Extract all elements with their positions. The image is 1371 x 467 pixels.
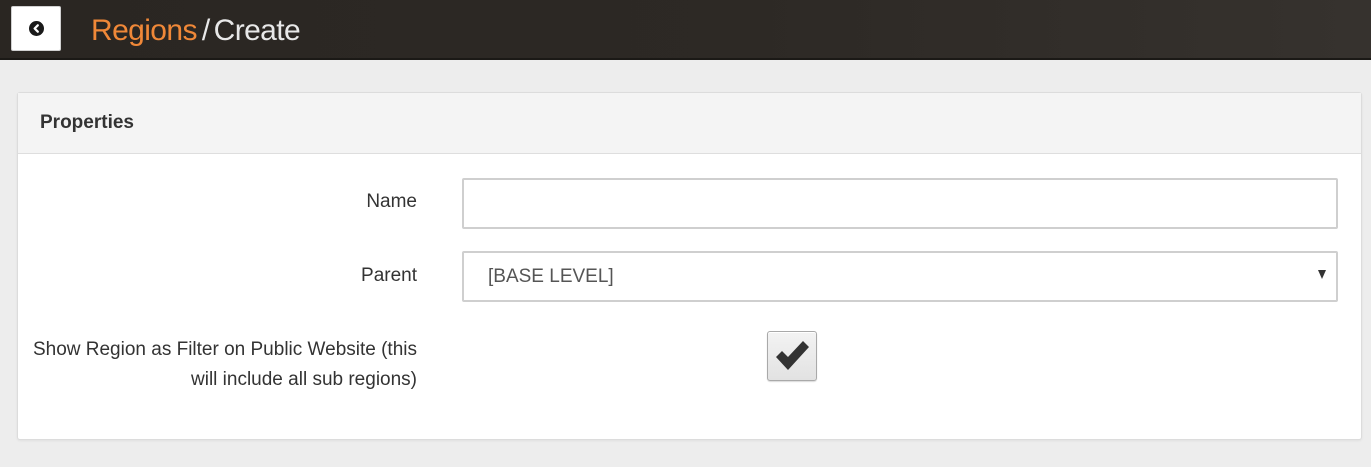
top-bar: Regions / Create [0,0,1371,60]
parent-select[interactable]: [BASE LEVEL] [462,251,1338,302]
panel-title: Properties [40,112,134,133]
panel-header: Properties [18,93,1361,154]
show-filter-checkbox[interactable] [767,331,817,381]
parent-label: Parent [361,265,417,286]
name-label: Name [366,191,417,212]
back-button[interactable] [11,6,61,51]
breadcrumb-separator: / [201,14,210,47]
breadcrumb-current: Create [213,14,301,47]
name-input[interactable] [462,178,1338,229]
breadcrumb-regions-link[interactable]: Regions [91,14,197,47]
breadcrumb: Regions / Create [91,14,301,48]
parent-select-value: [BASE LEVEL] [488,265,614,287]
circle-arrow-left-icon [28,21,44,36]
checkmark-icon [776,341,809,370]
caret-down-icon [1318,270,1326,279]
properties-panel: Properties Name Parent [BASE LEVEL] Show… [17,92,1362,440]
show-filter-label: Show Region as Filter on Public Website … [32,339,417,390]
